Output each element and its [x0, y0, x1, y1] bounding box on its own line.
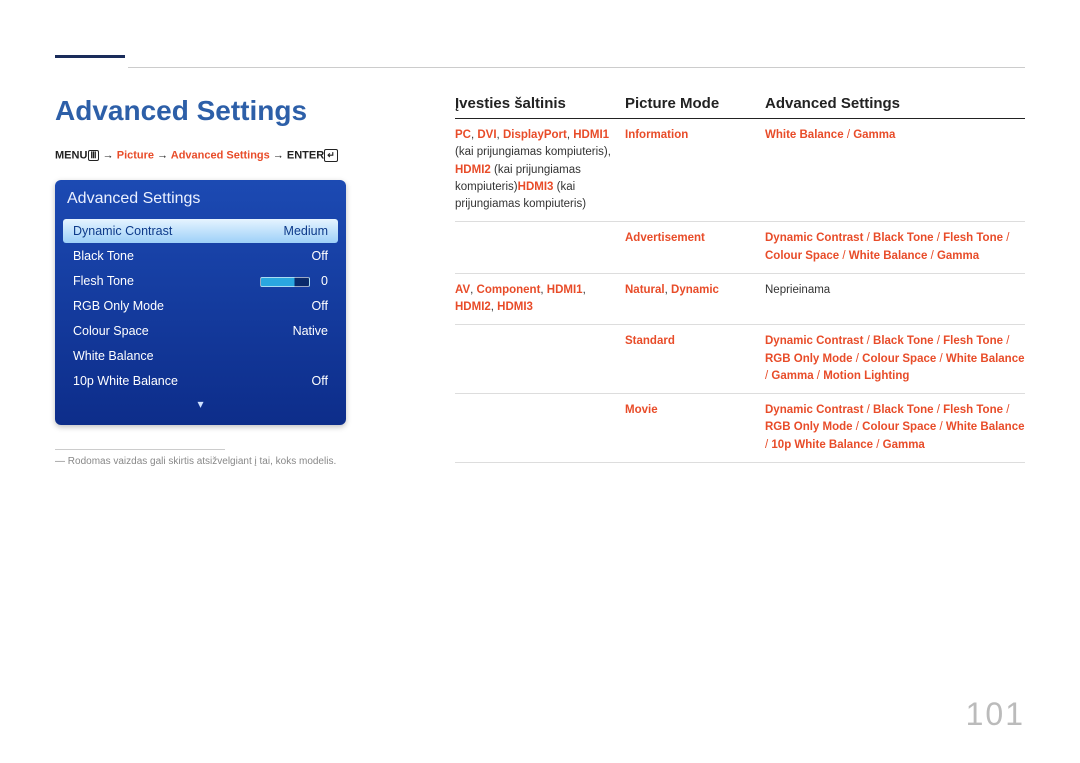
- table-row: Standard Dynamic Contrast / Black Tone /…: [455, 325, 1025, 394]
- osd-row-dynamic-contrast[interactable]: Dynamic Contrast Medium: [63, 219, 338, 243]
- cell-input-source: PC, DVI, DisplayPort, HDMI1 (kai prijung…: [455, 127, 625, 213]
- cell-advanced: White Balance / Gamma: [765, 127, 1025, 213]
- page-number: 101: [966, 696, 1025, 733]
- osd-label: RGB Only Mode: [73, 299, 164, 313]
- cell-picture-mode: Advertisement: [625, 230, 765, 265]
- arrow-icon: →: [273, 149, 284, 161]
- table-row: Movie Dynamic Contrast / Black Tone / Fl…: [455, 394, 1025, 463]
- cell-empty: [455, 402, 625, 454]
- table-row: Advertisement Dynamic Contrast / Black T…: [455, 222, 1025, 274]
- osd-value: Off: [312, 249, 328, 263]
- osd-row-black-tone[interactable]: Black Tone Off: [63, 244, 338, 268]
- enter-icon: ↵: [324, 149, 338, 162]
- slider-icon[interactable]: [260, 277, 310, 287]
- osd-panel: Advanced Settings Dynamic Contrast Mediu…: [55, 180, 346, 425]
- cell-advanced: Neprieinama: [765, 282, 1025, 317]
- page-title: Advanced Settings: [55, 95, 425, 127]
- header-accent: [55, 55, 125, 58]
- cell-picture-mode: Information: [625, 127, 765, 213]
- osd-value: 0: [321, 274, 328, 288]
- osd-label: White Balance: [73, 349, 154, 363]
- osd-value: Off: [312, 299, 328, 313]
- breadcrumb-picture: Picture: [117, 149, 154, 161]
- cell-picture-mode: Movie: [625, 402, 765, 454]
- th-input-source: Įvesties šaltinis: [455, 95, 625, 112]
- th-advanced-settings: Advanced Settings: [765, 95, 1025, 112]
- arrow-icon: →: [103, 149, 114, 161]
- osd-row-flesh-tone[interactable]: Flesh Tone 0: [63, 269, 338, 293]
- cell-empty: [455, 333, 625, 385]
- th-picture-mode: Picture Mode: [625, 95, 765, 112]
- osd-label: Flesh Tone: [73, 274, 134, 288]
- cell-advanced: Dynamic Contrast / Black Tone / Flesh To…: [765, 230, 1025, 265]
- chevron-down-icon[interactable]: ▾: [63, 397, 338, 411]
- cell-empty: [455, 230, 625, 265]
- osd-label: Black Tone: [73, 249, 134, 263]
- osd-label: Dynamic Contrast: [73, 224, 172, 238]
- osd-label: Colour Space: [73, 324, 149, 338]
- breadcrumb-enter: ENTER: [287, 149, 324, 161]
- osd-row-white-balance[interactable]: White Balance: [63, 344, 338, 368]
- compatibility-table: Įvesties šaltinis Picture Mode Advanced …: [455, 95, 1025, 463]
- menu-icon: Ⅲ: [88, 150, 98, 161]
- footnote-rule: [55, 449, 225, 450]
- osd-value: Native: [293, 324, 328, 338]
- osd-title: Advanced Settings: [63, 188, 338, 218]
- cell-input-source: AV, Component, HDMI1, HDMI2, HDMI3: [455, 282, 625, 317]
- cell-advanced: Dynamic Contrast / Black Tone / Flesh To…: [765, 333, 1025, 385]
- arrow-icon: →: [157, 149, 168, 161]
- cell-picture-mode: Standard: [625, 333, 765, 385]
- header-rule: [128, 67, 1025, 68]
- osd-row-10p-white-balance[interactable]: 10p White Balance Off: [63, 369, 338, 393]
- osd-row-colour-space[interactable]: Colour Space Native: [63, 319, 338, 343]
- table-row: PC, DVI, DisplayPort, HDMI1 (kai prijung…: [455, 119, 1025, 222]
- table-header-row: Įvesties šaltinis Picture Mode Advanced …: [455, 95, 1025, 119]
- osd-value: Off: [312, 374, 328, 388]
- osd-label: 10p White Balance: [73, 374, 178, 388]
- osd-row-rgb-only[interactable]: RGB Only Mode Off: [63, 294, 338, 318]
- footnote-text: Rodomas vaizdas gali skirtis atsižvelgia…: [68, 456, 336, 467]
- breadcrumb-advanced: Advanced Settings: [171, 149, 270, 161]
- osd-value: Medium: [284, 224, 328, 238]
- breadcrumb-menu: MENU: [55, 149, 87, 161]
- cell-picture-mode: Natural, Dynamic: [625, 282, 765, 317]
- breadcrumb: MENUⅢ → Picture → Advanced Settings → EN…: [55, 149, 425, 162]
- table-row: AV, Component, HDMI1, HDMI2, HDMI3 Natur…: [455, 274, 1025, 326]
- osd-value-wrap: 0: [260, 274, 328, 288]
- cell-advanced: Dynamic Contrast / Black Tone / Flesh To…: [765, 402, 1025, 454]
- footnote: ― Rodomas vaizdas gali skirtis atsižvelg…: [55, 456, 425, 467]
